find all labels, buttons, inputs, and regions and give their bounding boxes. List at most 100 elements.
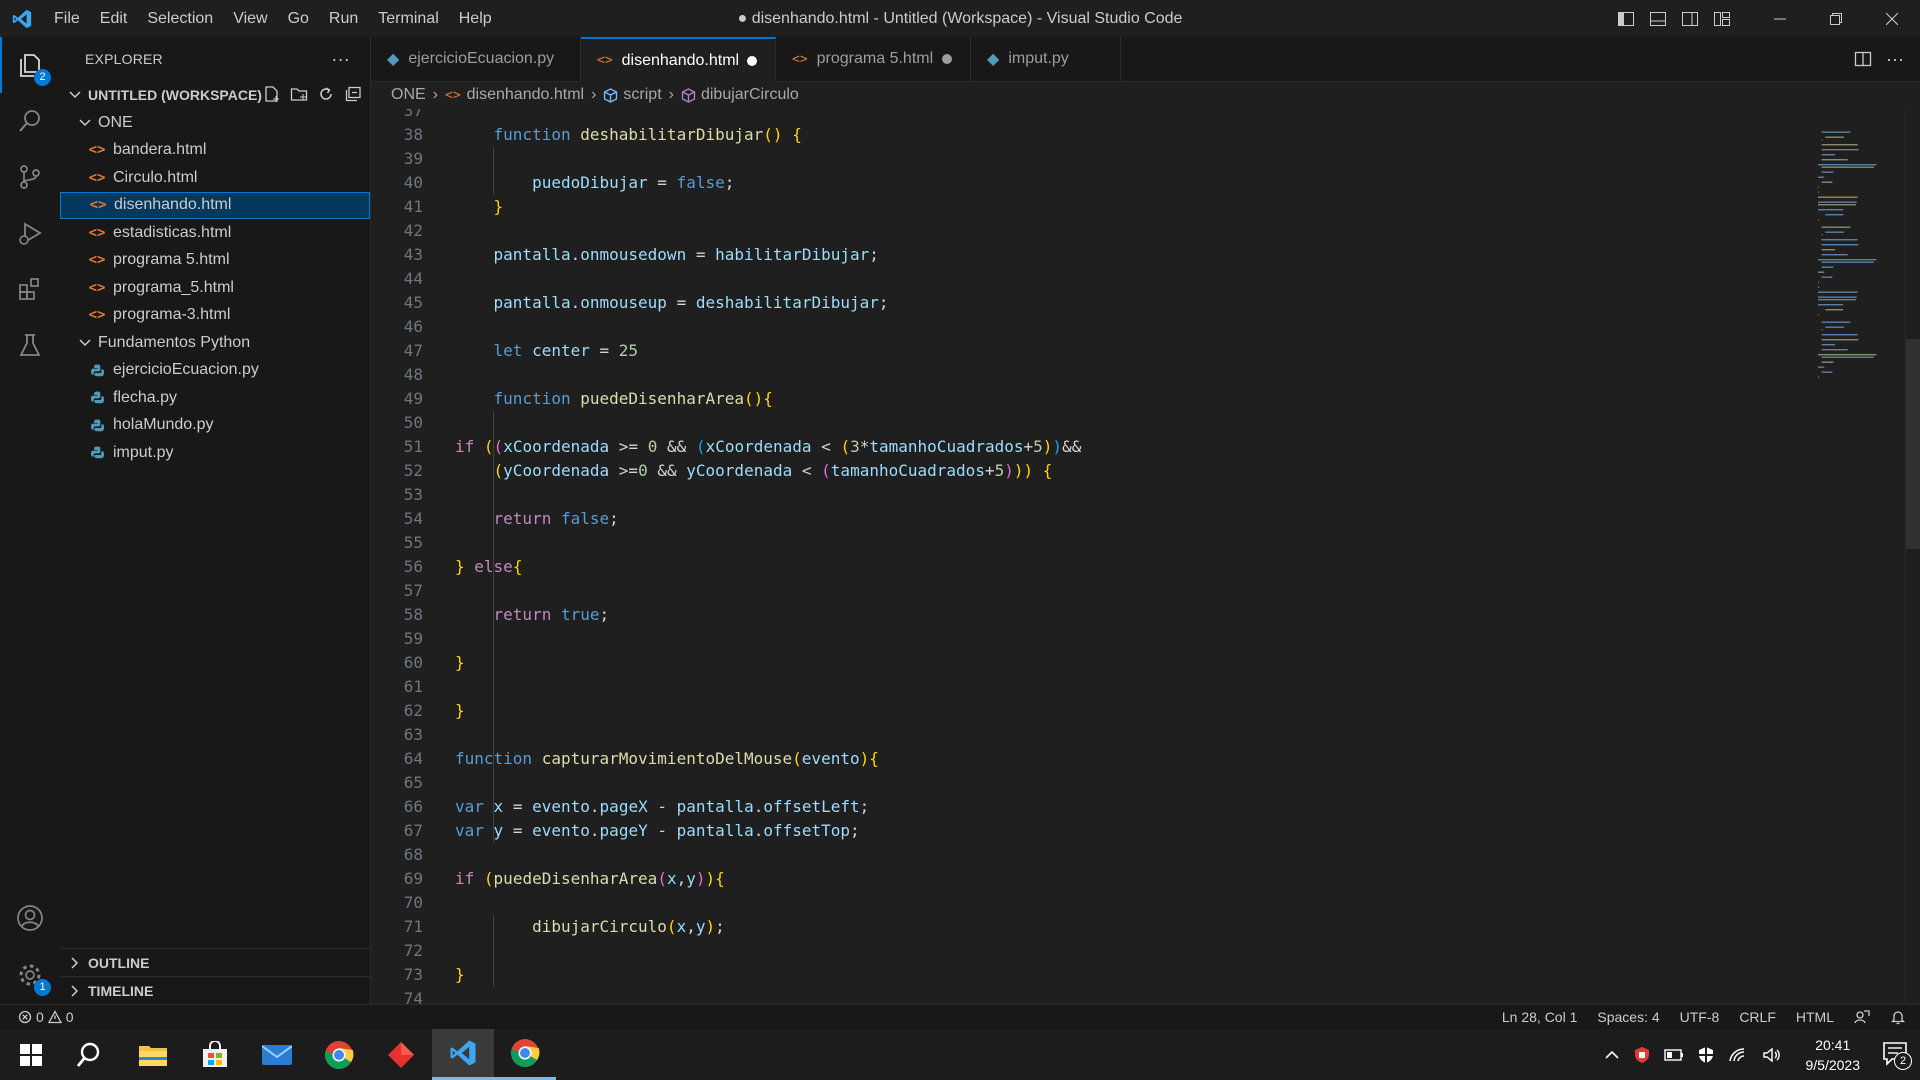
- security-shield-icon[interactable]: [1634, 1046, 1650, 1064]
- testing-icon[interactable]: [0, 317, 60, 373]
- timeline-section[interactable]: TIMELINE: [60, 976, 370, 1004]
- file-item[interactable]: <> programa-3.html: [60, 302, 370, 330]
- menu-bar: File Edit Selection View Go Run Terminal Help: [44, 0, 502, 37]
- vscode-taskbar-icon[interactable]: [432, 1029, 494, 1080]
- extensions-icon[interactable]: [0, 261, 60, 317]
- indentation[interactable]: Spaces: 4: [1597, 1009, 1659, 1025]
- menu-run[interactable]: Run: [319, 0, 368, 37]
- menu-file[interactable]: File: [44, 0, 90, 37]
- workspace-header[interactable]: UNTITLED (WORKSPACE): [60, 81, 370, 109]
- menu-edit[interactable]: Edit: [90, 0, 138, 37]
- battery-icon[interactable]: [1663, 1048, 1684, 1062]
- language-mode[interactable]: HTML: [1796, 1009, 1834, 1025]
- restore-button[interactable]: [1808, 0, 1864, 37]
- more-actions-icon[interactable]: ···: [331, 49, 350, 70]
- file-item[interactable]: <> bandera.html: [60, 137, 370, 165]
- close-window-button[interactable]: [1864, 0, 1920, 37]
- scroll-thumb[interactable]: [1906, 339, 1920, 549]
- cursor-position[interactable]: Ln 28, Col 1: [1502, 1009, 1578, 1025]
- unsaved-dot-icon[interactable]: [747, 56, 757, 66]
- menu-selection[interactable]: Selection: [137, 0, 223, 37]
- toggle-primary-sidebar-icon[interactable]: [1610, 0, 1642, 37]
- source-control-icon[interactable]: [0, 149, 60, 205]
- breadcrumb-folder[interactable]: ONE: [391, 86, 426, 104]
- file-item[interactable]: <> programa_5.html: [60, 274, 370, 302]
- toggle-panel-icon[interactable]: [1642, 0, 1674, 37]
- collapse-all-icon[interactable]: [344, 85, 362, 103]
- unsaved-dot-icon[interactable]: [942, 54, 952, 64]
- file-name: estadisticas.html: [113, 223, 232, 241]
- wifi-icon[interactable]: [1728, 1047, 1748, 1063]
- settings-badge: 1: [34, 979, 51, 996]
- breadcrumb-section[interactable]: script: [623, 86, 661, 104]
- tab-ejercicioecuacion-py[interactable]: ◆ ejercicioEcuacion.py: [371, 37, 581, 81]
- line-number: 72: [403, 941, 423, 960]
- line-number: 68: [403, 845, 423, 864]
- activity-bar: 2 1: [0, 37, 60, 1004]
- minimap[interactable]: [1816, 109, 1906, 409]
- breadcrumb-file[interactable]: disenhando.html: [467, 86, 584, 104]
- minimize-button[interactable]: [1752, 0, 1808, 37]
- menu-terminal[interactable]: Terminal: [368, 0, 448, 37]
- menu-view[interactable]: View: [223, 0, 277, 37]
- action-center-icon[interactable]: 2: [1882, 1040, 1912, 1070]
- file-item[interactable]: <> Circulo.html: [60, 164, 370, 192]
- editor-more-actions-icon[interactable]: ···: [1886, 49, 1904, 70]
- notifications-bell-icon[interactable]: [1890, 1009, 1906, 1025]
- editor-scrollbar[interactable]: [1905, 109, 1920, 1004]
- file-item[interactable]: holaMundo.py: [60, 412, 370, 440]
- line-number: 58: [403, 605, 423, 624]
- customize-layout-icon[interactable]: [1706, 0, 1738, 37]
- outline-section[interactable]: OUTLINE: [60, 948, 370, 976]
- live-share-icon[interactable]: [1854, 1009, 1870, 1025]
- refresh-icon[interactable]: [317, 85, 335, 103]
- file-item[interactable]: <> estadisticas.html: [60, 219, 370, 247]
- file-item[interactable]: imput.py: [60, 439, 370, 467]
- html-file-icon: <>: [88, 252, 106, 269]
- search-icon[interactable]: [0, 93, 60, 149]
- windows-start-icon[interactable]: [0, 1029, 62, 1080]
- accounts-icon[interactable]: [0, 890, 60, 946]
- split-editor-icon[interactable]: [1854, 50, 1872, 68]
- new-file-icon[interactable]: [263, 85, 281, 103]
- run-debug-icon[interactable]: [0, 205, 60, 261]
- line-number: 46: [403, 317, 423, 336]
- taskbar-search-icon[interactable]: [58, 1029, 120, 1080]
- tab-disenhando-html[interactable]: <> disenhando.html: [581, 37, 776, 82]
- chrome-icon[interactable]: [308, 1029, 370, 1080]
- html-file-icon: <>: [88, 142, 106, 159]
- file-item[interactable]: <> disenhando.html: [60, 191, 370, 219]
- clock[interactable]: 20:41 9/5/2023: [1806, 1035, 1861, 1075]
- file-item[interactable]: <> programa 5.html: [60, 247, 370, 275]
- code-editor[interactable]: 37 38 function deshabilitarDibujar() {39 4…: [371, 109, 1920, 1004]
- defender-shield-icon[interactable]: [1698, 1046, 1714, 1064]
- folder-row[interactable]: ONE: [60, 109, 370, 137]
- manage-gear-icon[interactable]: 1: [0, 947, 60, 1003]
- microsoft-store-icon[interactable]: [184, 1029, 246, 1080]
- tab-programa-5-html[interactable]: <> programa 5.html: [776, 37, 971, 81]
- line-number: 47: [403, 341, 423, 360]
- menu-go[interactable]: Go: [278, 0, 319, 37]
- python-file-icon: [86, 446, 108, 459]
- tab-imput-py[interactable]: ◆ imput.py: [971, 37, 1121, 81]
- file-item[interactable]: flecha.py: [60, 384, 370, 412]
- breadcrumb-symbol[interactable]: dibujarCirculo: [701, 86, 799, 104]
- new-folder-icon[interactable]: [290, 85, 308, 103]
- toggle-secondary-sidebar-icon[interactable]: [1674, 0, 1706, 37]
- mail-icon[interactable]: [246, 1029, 308, 1080]
- system-tray: 20:41 9/5/2023: [1604, 1029, 1861, 1080]
- encoding[interactable]: UTF-8: [1680, 1009, 1720, 1025]
- file-name: programa 5.html: [113, 251, 230, 269]
- chrome-running-icon[interactable]: [494, 1029, 556, 1080]
- explorer-icon[interactable]: 2: [0, 37, 60, 93]
- volume-icon[interactable]: [1762, 1047, 1782, 1063]
- file-explorer-icon[interactable]: [122, 1029, 184, 1080]
- line-number: 57: [403, 581, 423, 600]
- problems-indicator[interactable]: 0 0: [18, 1009, 74, 1025]
- menu-help[interactable]: Help: [449, 0, 502, 37]
- end-of-line[interactable]: CRLF: [1739, 1009, 1776, 1025]
- red-diamond-app-icon[interactable]: [370, 1029, 432, 1080]
- file-item[interactable]: ejercicioEcuacion.py: [60, 357, 370, 385]
- folder-row[interactable]: Fundamentos Python: [60, 329, 370, 357]
- show-hidden-icons-icon[interactable]: [1604, 1047, 1620, 1063]
